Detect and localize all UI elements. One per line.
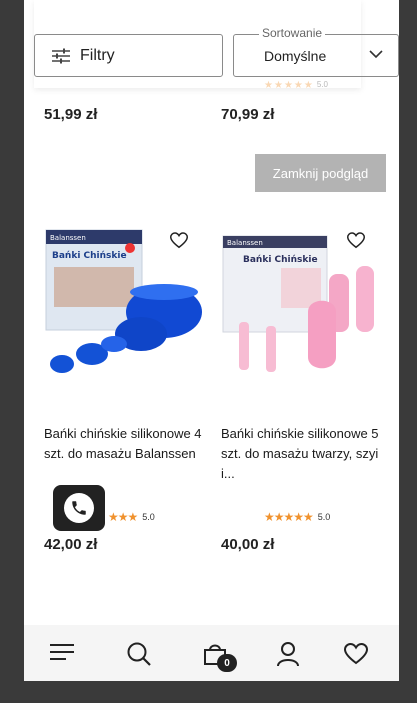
call-button[interactable]	[53, 485, 105, 531]
chevron-down-icon	[369, 50, 383, 59]
svg-text:Balanssen: Balanssen	[227, 239, 263, 247]
sort-select[interactable]: Sortowanie Domyślne	[233, 26, 399, 77]
phone-icon	[72, 501, 86, 515]
product-listing-screen: Filtry Sortowanie Domyślne ★ ★ ★ ★ ★ 5.0…	[24, 0, 399, 681]
rating-stars: ★★★	[108, 510, 138, 524]
bottom-navigation	[24, 625, 399, 681]
rating-score: 5.0	[317, 512, 331, 522]
product-price: 40,00 zł	[221, 536, 275, 553]
product-price-top-left: 51,99 zł	[44, 106, 98, 123]
product-price-top-right: 70,99 zł	[221, 106, 275, 123]
rating-stars: ★★★★★	[264, 510, 314, 524]
search-icon[interactable]	[126, 641, 152, 667]
sliders-icon	[52, 48, 70, 63]
heart-icon[interactable]	[170, 232, 188, 249]
product-price: 42,00 zł	[44, 536, 98, 553]
rating-score: 5.0	[142, 512, 155, 522]
heart-icon[interactable]	[344, 643, 368, 665]
sort-legend: Sortowanie	[259, 26, 326, 40]
top-rating-score: 5.0	[316, 80, 328, 89]
top-rating-stars: ★ ★ ★ ★ ★ 5.0	[264, 80, 328, 91]
svg-text:Balanssen: Balanssen	[50, 234, 86, 242]
filter-sort-bar: Filtry Sortowanie Domyślne	[34, 0, 399, 88]
product-rating: ★★★★★ 5.0	[264, 510, 330, 524]
menu-icon[interactable]	[49, 641, 75, 663]
cart-count-badge: 0	[217, 654, 237, 672]
close-preview-button[interactable]: Zamknij podgląd	[255, 154, 386, 192]
product-rating: ★★★ 5.0	[108, 510, 155, 524]
phone-icon-wrap	[64, 493, 94, 523]
star-icon: ★	[264, 80, 273, 91]
star-icon: ★	[293, 80, 303, 91]
product-title[interactable]: Bańki chińskie silikonowe 4 szt. do masa…	[44, 424, 202, 464]
svg-text:Bańki Chińskie: Bańki Chińskie	[243, 255, 318, 265]
sort-value: Domyślne	[264, 47, 327, 64]
star-icon: ★	[283, 80, 293, 91]
star-icon: ★	[273, 80, 283, 91]
star-icon: ★	[303, 80, 313, 91]
heart-icon[interactable]	[347, 232, 365, 249]
filters-button[interactable]: Filtry	[34, 34, 223, 77]
product-title[interactable]: Bańki chińskie silikonowe 5 szt. do masa…	[221, 424, 379, 484]
user-icon[interactable]	[275, 641, 301, 667]
filters-label: Filtry	[80, 46, 115, 64]
svg-text:Bańki Chińskie: Bańki Chińskie	[52, 251, 127, 261]
